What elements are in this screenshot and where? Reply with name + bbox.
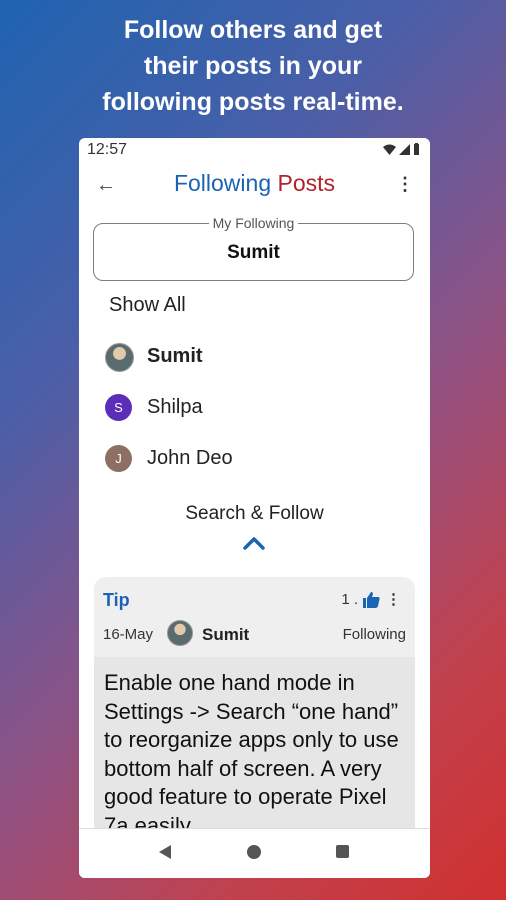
wifi-icon	[383, 144, 396, 155]
promo-line-2: their posts in your	[143, 52, 363, 80]
like-count: 1 .	[341, 590, 358, 608]
title-part-2: Posts	[271, 170, 336, 196]
promo-headline: Follow others and get their posts in you…	[0, 12, 506, 120]
list-item-john-deo[interactable]: J John Deo	[79, 439, 430, 479]
status-bar: 12:57	[79, 138, 430, 162]
likes-group[interactable]: 1 . ⋮	[341, 590, 401, 609]
promo-line-1: Follow others and get	[123, 16, 383, 44]
signal-icon	[399, 143, 410, 155]
select-legend: My Following	[208, 215, 299, 231]
title-part-1: Following	[173, 170, 272, 196]
nav-recents-icon[interactable]	[336, 845, 349, 858]
list-item-label: Sumit	[147, 345, 203, 367]
more-vert-icon[interactable]: ⋮	[386, 590, 401, 608]
post-tag: Tip	[103, 590, 130, 610]
avatar: J	[105, 445, 132, 472]
app-bar: ← Following Posts ⋮	[79, 166, 430, 206]
show-all-label: Show All	[109, 294, 186, 316]
nav-home-icon[interactable]	[247, 845, 261, 859]
chevron-up-icon[interactable]	[243, 536, 265, 550]
list-item-label: Shilpa	[147, 396, 203, 418]
author-avatar	[167, 620, 193, 646]
post-date: 16-May	[103, 626, 154, 643]
search-follow-link[interactable]: Search & Follow	[79, 503, 430, 525]
following-status: Following	[342, 626, 406, 643]
thumbs-up-icon[interactable]	[362, 591, 380, 608]
list-item-show-all[interactable]: Show All	[79, 286, 430, 326]
following-select[interactable]: My Following Sumit	[93, 215, 414, 281]
promo-line-3: following posts real-time.	[102, 88, 404, 116]
more-vert-icon[interactable]: ⋮	[396, 174, 414, 195]
system-nav-bar	[79, 828, 430, 878]
post-author: Sumit	[202, 625, 250, 644]
list-item-label: John Deo	[147, 447, 233, 469]
status-time: 12:57	[87, 141, 128, 158]
battery-icon	[414, 143, 419, 155]
page-title: Following Posts	[79, 170, 430, 197]
status-icons	[383, 143, 420, 155]
list-item-sumit[interactable]: Sumit	[79, 337, 430, 377]
list-item-shilpa[interactable]: S Shilpa	[79, 388, 430, 428]
avatar-photo	[105, 343, 134, 372]
avatar: S	[105, 394, 132, 421]
post-header: Tip 1 . ⋮ 16-May Sumit Following	[94, 577, 415, 657]
select-value: Sumit	[227, 242, 280, 263]
post-text: Enable one hand mode in Settings -> Sear…	[104, 670, 399, 838]
nav-back-icon[interactable]	[159, 845, 171, 859]
phone-screen: 12:57 ← Following Posts ⋮ My Following S…	[79, 138, 430, 878]
